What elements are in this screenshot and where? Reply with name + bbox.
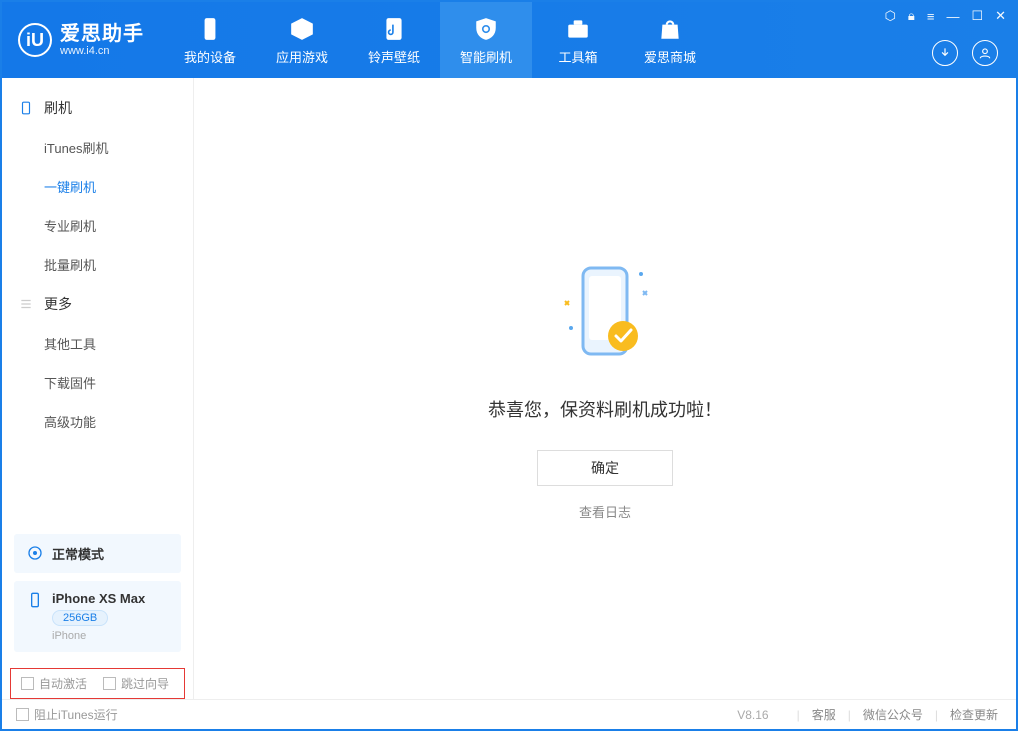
sidebar: 刷机 iTunes刷机 一键刷机 专业刷机 批量刷机 更多 其他工具 下载固件 … xyxy=(2,78,194,699)
minimize-button[interactable]: — xyxy=(946,9,959,24)
tab-label: 应用游戏 xyxy=(276,47,328,66)
sidebar-item-pro-flash[interactable]: 专业刷机 xyxy=(2,206,193,245)
logo: iU 爱思助手 www.i4.cn xyxy=(2,2,164,78)
checkbox-label: 自动激活 xyxy=(39,675,87,692)
sidebar-item-download-firmware[interactable]: 下载固件 xyxy=(2,363,193,402)
device-icon xyxy=(197,15,223,43)
ok-button[interactable]: 确定 xyxy=(537,450,673,486)
device-type: iPhone xyxy=(52,630,145,642)
device-name: iPhone XS Max xyxy=(52,591,145,606)
file-music-icon xyxy=(381,15,407,43)
shirt-icon[interactable]: ⬡ xyxy=(885,8,896,24)
tab-toolbox[interactable]: 工具箱 xyxy=(532,2,624,78)
checkbox-icon xyxy=(21,677,34,690)
sidebar-item-itunes-flash[interactable]: iTunes刷机 xyxy=(2,128,193,167)
footer-link-update[interactable]: 检查更新 xyxy=(946,706,1002,723)
divider: | xyxy=(789,708,808,722)
sidebar-group-title: 更多 xyxy=(44,294,72,314)
divider: | xyxy=(927,708,946,722)
device-mode-row[interactable]: 正常模式 xyxy=(14,534,181,573)
checkbox-block-itunes[interactable]: 阻止iTunes运行 xyxy=(16,706,118,723)
sidebar-item-advanced[interactable]: 高级功能 xyxy=(2,402,193,441)
checkbox-label: 阻止iTunes运行 xyxy=(34,706,118,723)
checkbox-label: 跳过向导 xyxy=(121,675,169,692)
sidebar-item-batch-flash[interactable]: 批量刷机 xyxy=(2,245,193,284)
view-log-link[interactable]: 查看日志 xyxy=(579,502,631,521)
mode-icon xyxy=(26,544,44,562)
device-mode-text: 正常模式 xyxy=(52,544,104,563)
cube-icon xyxy=(289,15,315,43)
checkbox-skip-guide[interactable]: 跳过向导 xyxy=(103,675,169,692)
lock-icon[interactable]: 🔒︎ xyxy=(908,8,915,24)
maximize-button[interactable]: ☐ xyxy=(971,8,983,24)
device-capacity: 256GB xyxy=(52,610,108,626)
tab-apps-games[interactable]: 应用游戏 xyxy=(256,2,348,78)
checkbox-icon xyxy=(16,708,29,721)
version-text: V8.16 xyxy=(737,708,768,722)
tab-my-device[interactable]: 我的设备 xyxy=(164,2,256,78)
highlighted-options: 自动激活 跳过向导 xyxy=(10,668,185,699)
sidebar-group-more: 更多 xyxy=(2,284,193,324)
logo-text-cn: 爱思助手 xyxy=(60,23,144,45)
logo-icon: iU xyxy=(18,23,52,57)
download-icon[interactable] xyxy=(932,40,958,66)
tab-label: 铃声壁纸 xyxy=(368,47,420,66)
sidebar-item-other-tools[interactable]: 其他工具 xyxy=(2,324,193,363)
toolbox-icon xyxy=(565,15,591,43)
device-panel: 正常模式 iPhone XS Max 256GB iPhone xyxy=(2,526,193,664)
logo-text-url: www.i4.cn xyxy=(60,45,144,57)
tab-smart-flash[interactable]: 智能刷机 xyxy=(440,2,532,78)
tab-label: 工具箱 xyxy=(558,47,597,66)
success-message: 恭喜您，保资料刷机成功啦！ xyxy=(488,396,722,422)
user-icon[interactable] xyxy=(972,40,998,66)
tab-label: 我的设备 xyxy=(184,47,236,66)
checkbox-icon xyxy=(103,677,116,690)
header-right-icons xyxy=(932,40,998,66)
sidebar-group-flash: 刷机 xyxy=(2,88,193,128)
footer: 阻止iTunes运行 V8.16 | 客服 | 微信公众号 | 检查更新 xyxy=(2,699,1016,729)
sidebar-item-oneclick-flash[interactable]: 一键刷机 xyxy=(2,167,193,206)
phone-small-icon xyxy=(26,591,44,609)
success-illustration xyxy=(545,256,665,376)
close-button[interactable]: ✕ xyxy=(995,8,1006,24)
main-content: 恭喜您，保资料刷机成功啦！ 确定 查看日志 xyxy=(194,78,1016,699)
tab-ringtones[interactable]: 铃声壁纸 xyxy=(348,2,440,78)
footer-link-wechat[interactable]: 微信公众号 xyxy=(859,706,927,723)
window-controls: ⬡ 🔒︎ ≡ — ☐ ✕ xyxy=(885,8,1006,24)
sidebar-group-title: 刷机 xyxy=(44,98,72,118)
tab-label: 爱思商城 xyxy=(644,47,696,66)
divider: | xyxy=(840,708,859,722)
device-info-row[interactable]: iPhone XS Max 256GB iPhone xyxy=(14,581,181,652)
footer-link-support[interactable]: 客服 xyxy=(808,706,840,723)
checkbox-auto-activate[interactable]: 自动激活 xyxy=(21,675,87,692)
bag-icon xyxy=(657,15,683,43)
tab-store[interactable]: 爱思商城 xyxy=(624,2,716,78)
tab-label: 智能刷机 xyxy=(460,47,512,66)
header-tabs: 我的设备 应用游戏 铃声壁纸 智能刷机 工具箱 爱思商城 xyxy=(164,2,716,78)
menu-icon[interactable]: ≡ xyxy=(927,9,935,24)
list-icon xyxy=(18,296,34,312)
app-header: iU 爱思助手 www.i4.cn 我的设备 应用游戏 铃声壁纸 智能刷机 工具… xyxy=(2,2,1016,78)
phone-icon xyxy=(18,100,34,116)
shield-sync-icon xyxy=(473,15,499,43)
